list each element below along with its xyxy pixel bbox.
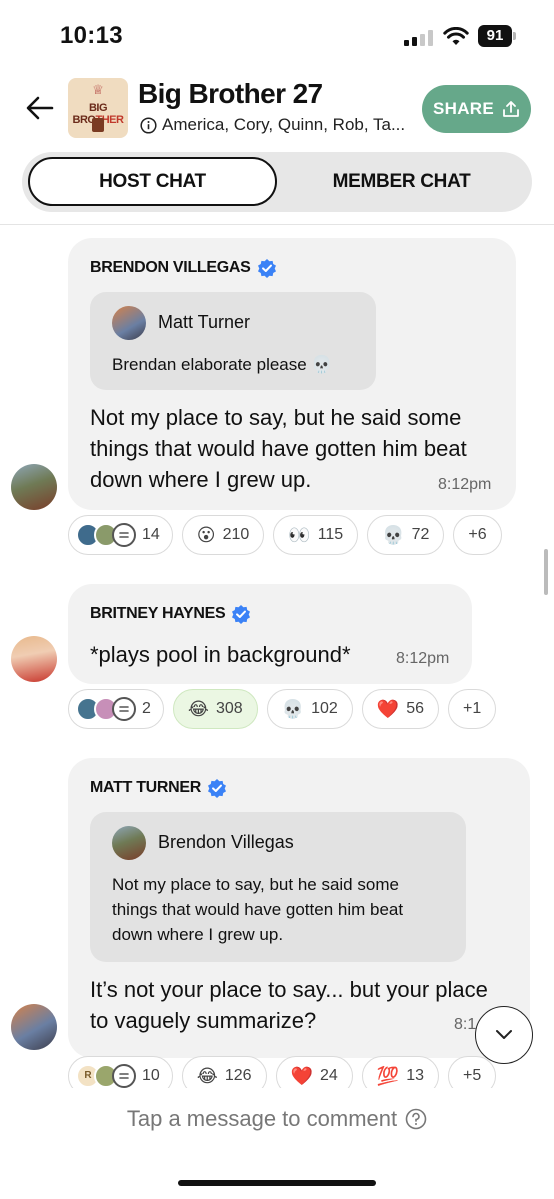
composer-bar: Tap a message to comment xyxy=(0,1088,554,1199)
more-reactions-chip[interactable]: +6 xyxy=(453,515,502,555)
avatar-matt-turner[interactable] xyxy=(11,1004,57,1050)
sender-name: MATT TURNER xyxy=(90,778,227,798)
chat-header: ♕ BIG BROTHER Big Brother 27 America, Co… xyxy=(0,70,554,150)
chat-title[interactable]: Big Brother 27 xyxy=(138,78,323,110)
comment-icon xyxy=(112,1064,136,1088)
comment-count: 2 xyxy=(142,700,151,717)
quoted-avatar xyxy=(112,306,146,340)
reaction-bar: 14 😮 210 👀 115 💀 72 +6 xyxy=(68,515,502,555)
share-button[interactable]: SHARE xyxy=(422,85,531,133)
message-text: *plays pool in background* xyxy=(90,642,351,667)
battery-level: 91 xyxy=(478,25,512,47)
comment-icon xyxy=(112,523,136,547)
members-list: America, Cory, Quinn, Rob, Ta... xyxy=(162,115,406,134)
battery-icon: 91 xyxy=(478,25,516,47)
eyes-emoji-icon: 👀 xyxy=(288,524,311,546)
reaction-chip[interactable]: 💀 102 xyxy=(266,689,353,729)
status-time: 10:13 xyxy=(60,22,123,49)
hundred-emoji-icon: 💯 xyxy=(376,1065,400,1087)
share-icon xyxy=(503,101,519,117)
comment-prompt[interactable]: Tap a message to comment xyxy=(0,1106,554,1132)
crown-icon: ♕ xyxy=(92,82,104,97)
message-time: 8:12pm xyxy=(438,476,492,493)
avatar-britney-haynes[interactable] xyxy=(11,636,57,682)
avatar-brendon-villegas[interactable] xyxy=(11,464,57,510)
message-bubble[interactable]: BRITNEY HAYNES *plays pool in background… xyxy=(68,584,472,684)
sender-name: BRITNEY HAYNES xyxy=(90,604,251,624)
back-arrow-icon[interactable] xyxy=(24,92,56,124)
reaction-bar: 2 😂 308 💀 102 ❤️ 56 +1 xyxy=(68,689,497,729)
cellular-signal-icon xyxy=(404,30,434,46)
skull-emoji-icon: 💀 xyxy=(281,698,305,720)
key-icon xyxy=(92,118,104,132)
comments-chip[interactable]: 2 xyxy=(68,689,164,729)
chat-tabs: HOST CHAT MEMBER CHAT xyxy=(22,152,532,212)
quoted-message[interactable]: Matt Turner Brendan elaborate please 💀 xyxy=(90,292,376,390)
info-icon xyxy=(140,116,157,134)
scrollbar[interactable] xyxy=(544,549,548,595)
comment-count: 10 xyxy=(142,1067,160,1084)
laughing-emoji-icon: 😂 xyxy=(187,698,209,720)
chevron-down-icon xyxy=(496,1030,512,1039)
message-bubble[interactable]: MATT TURNER Brendon Villegas Not my plac… xyxy=(68,758,530,1058)
comment-icon xyxy=(112,697,136,721)
heart-emoji-icon: ❤️ xyxy=(290,1065,313,1087)
comment-placeholder: Tap a message to comment xyxy=(126,1106,398,1131)
sender-name: BRENDON VILLEGAS xyxy=(90,258,277,278)
chat-members[interactable]: America, Cory, Quinn, Rob, Ta... xyxy=(140,115,405,135)
reaction-chip[interactable]: 💀 72 xyxy=(367,515,445,555)
skull-emoji-icon: 💀 xyxy=(382,524,405,546)
message-bubble[interactable]: BRENDON VILLEGAS Matt Turner Brendan ela… xyxy=(68,238,516,510)
message-text: It’s not your place to say... but your p… xyxy=(90,977,488,1033)
quoted-text: Brendan elaborate please 💀 xyxy=(112,355,333,374)
quoted-message[interactable]: Brendon Villegas Not my place to say, bu… xyxy=(90,812,466,962)
quoted-text: Not my place to say, but he said some th… xyxy=(112,875,404,944)
verified-badge-icon xyxy=(208,779,227,798)
surprised-emoji-icon: 😮 xyxy=(196,524,216,546)
message-time: 8:1 xyxy=(454,1016,477,1033)
wifi-icon xyxy=(443,27,469,45)
quoted-avatar xyxy=(112,826,146,860)
reaction-chip[interactable]: 😮 210 xyxy=(181,515,265,555)
reaction-chip[interactable]: 👀 115 xyxy=(273,515,359,555)
scroll-to-bottom-button[interactable] xyxy=(475,1006,533,1064)
share-label: SHARE xyxy=(432,99,494,118)
verified-badge-icon xyxy=(232,605,251,624)
comment-count: 14 xyxy=(142,526,160,543)
comments-chip[interactable]: 14 xyxy=(68,515,173,555)
reaction-chip[interactable]: ❤️ 56 xyxy=(361,689,439,729)
status-bar: 10:13 91 xyxy=(0,0,554,70)
verified-badge-icon xyxy=(257,259,276,278)
heart-emoji-icon: ❤️ xyxy=(376,698,400,720)
tab-host-chat[interactable]: HOST CHAT xyxy=(28,157,277,206)
header-divider xyxy=(0,224,554,225)
reaction-chip[interactable]: 😂 308 xyxy=(172,689,258,729)
laughing-emoji-icon: 😂 xyxy=(196,1065,218,1087)
tab-member-chat[interactable]: MEMBER CHAT xyxy=(277,157,526,206)
show-logo[interactable]: ♕ BIG BROTHER xyxy=(68,78,128,138)
quoted-sender: Matt Turner xyxy=(158,312,251,332)
quoted-sender: Brendon Villegas xyxy=(158,832,294,852)
message-time: 8:12pm xyxy=(396,650,450,667)
home-indicator[interactable] xyxy=(178,1180,376,1186)
message-text: Not my place to say, but he said some th… xyxy=(90,405,467,492)
more-reactions-chip[interactable]: +1 xyxy=(448,689,497,729)
help-icon[interactable] xyxy=(405,1108,427,1130)
